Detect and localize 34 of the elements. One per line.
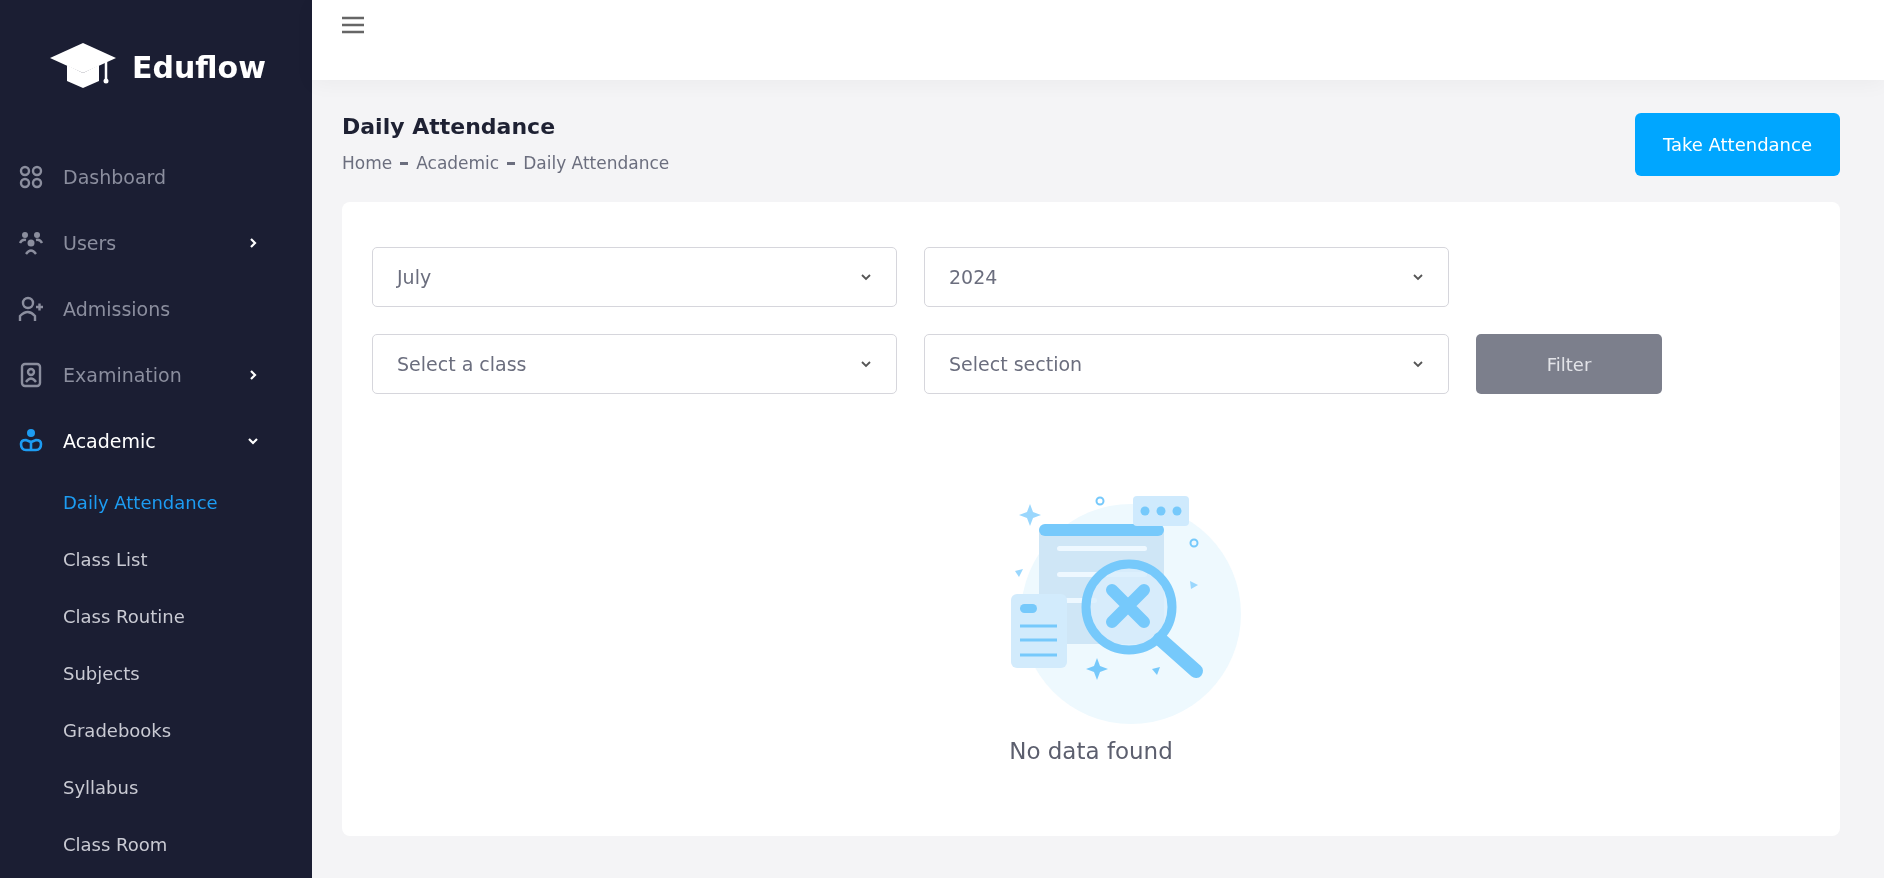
page-title: Daily Attendance — [342, 114, 557, 139]
user-plus-icon — [18, 296, 44, 322]
grid-icon — [18, 164, 44, 190]
sidebar-subitem[interactable]: Class Routine — [0, 588, 312, 645]
brand-name: Eduflow — [132, 49, 266, 85]
breadcrumb-link[interactable]: Home — [342, 153, 393, 173]
sidebar-item[interactable]: Academic — [0, 408, 312, 474]
sidebar-subitem[interactable]: Class List — [0, 531, 312, 588]
empty-state-message: No data found — [1009, 738, 1173, 764]
select-field[interactable]: July — [372, 247, 897, 307]
chevron-down-icon — [1412, 360, 1424, 368]
sidebar-subitem[interactable]: Syllabus — [0, 759, 312, 816]
sidebar-item[interactable]: Examination — [0, 342, 312, 408]
breadcrumb-link[interactable]: Academic — [416, 153, 500, 173]
select-field[interactable]: Select section — [924, 334, 1449, 394]
breadcrumb-separator — [400, 161, 409, 165]
take-attendance-button[interactable]: Take Attendance — [1634, 113, 1840, 176]
sidebar-item[interactable]: Admissions — [0, 276, 312, 342]
chevron-down-icon — [860, 360, 872, 368]
id-badge-icon — [18, 362, 44, 388]
sidebar-subitem[interactable]: Class Room — [0, 816, 312, 873]
sidebar-subitem[interactable]: Subjects — [0, 645, 312, 702]
select-field[interactable]: 2024 — [924, 247, 1449, 307]
sidebar-subitem[interactable]: Gradebooks — [0, 702, 312, 759]
person-reading-icon — [18, 428, 44, 454]
select-field[interactable]: Select a class — [372, 334, 897, 394]
sidebar-subitem[interactable]: Daily Attendance — [0, 474, 312, 531]
sidebar-item[interactable]: Users — [0, 210, 312, 276]
menu-icon[interactable] — [342, 16, 364, 34]
chevron-down-icon — [860, 273, 872, 281]
chevron-down-icon — [1412, 273, 1424, 281]
sidebar-item[interactable]: Dashboard — [0, 144, 312, 210]
breadcrumb-separator — [507, 161, 516, 165]
users-icon — [18, 230, 44, 256]
